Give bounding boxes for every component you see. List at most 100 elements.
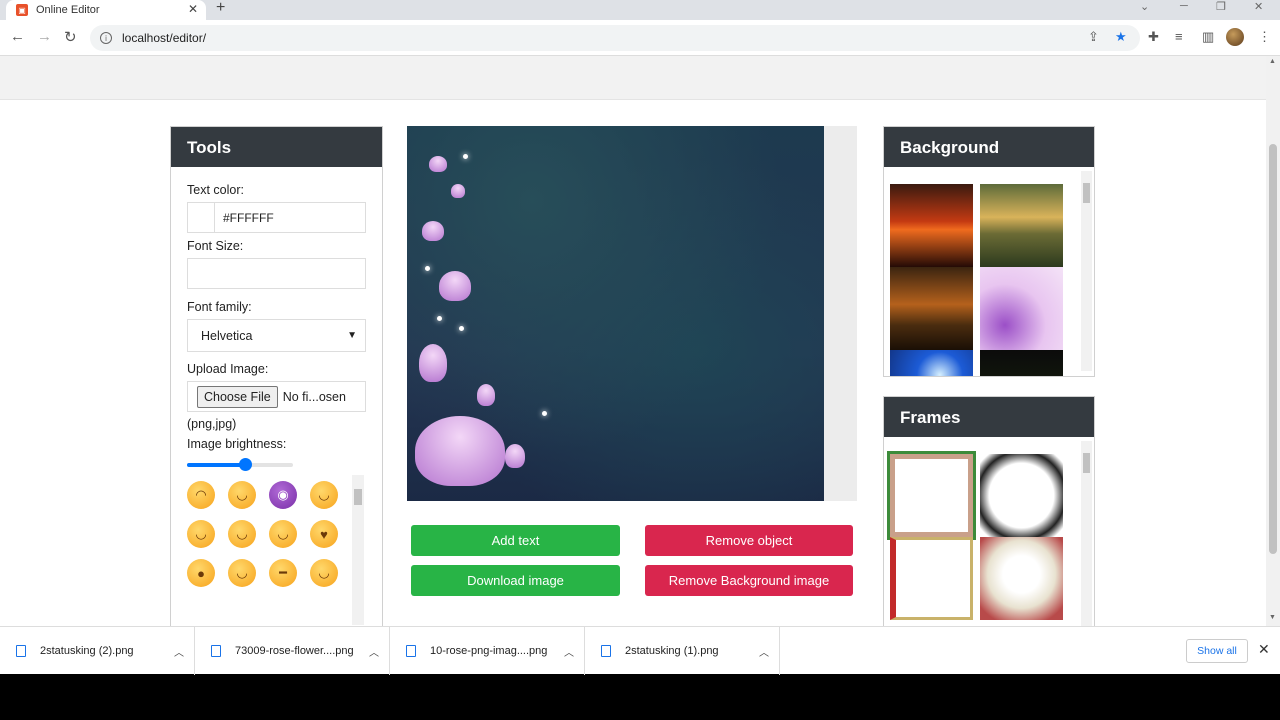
file-icon <box>16 645 26 657</box>
background-thumbnail[interactable] <box>980 184 1063 267</box>
reload-icon[interactable]: ↻ <box>64 28 77 46</box>
menu-icon[interactable]: ⋮ <box>1258 29 1271 45</box>
download-filename: 10-rose-png-imag....png <box>430 645 548 657</box>
brightness-slider[interactable] <box>187 457 366 473</box>
favicon-icon: ▣ <box>16 4 28 16</box>
emoji-laughing[interactable]: ◠ <box>187 481 215 509</box>
close-downloads-icon[interactable]: ✕ <box>1258 641 1270 658</box>
emoji-blush[interactable]: ◡ <box>187 520 215 548</box>
upload-image-input[interactable]: Choose File No fi...osen <box>187 381 366 412</box>
scroll-down-icon[interactable]: ▼ <box>1269 614 1276 621</box>
emoji-grid: ◠ ◡ ◉ ◡ ◡ ◡ ◡ ♥ ● ◡ ━ ◡ <box>187 475 364 625</box>
back-icon[interactable]: ← <box>10 28 25 45</box>
download-filename: 2statusking (2).png <box>40 645 134 657</box>
site-info-icon[interactable]: i <box>100 32 112 44</box>
forward-icon[interactable]: → <box>37 28 52 45</box>
flower-decoration <box>451 184 465 198</box>
font-family-label: Font family: <box>187 300 252 314</box>
browser-tab[interactable]: ▣ Online Editor ✕ <box>6 0 206 20</box>
emoji-wink[interactable]: ◡ <box>310 481 338 509</box>
upload-image-label: Upload Image: <box>187 362 269 376</box>
font-family-select[interactable]: Helvetica ▼ <box>187 319 366 352</box>
minimize-icon[interactable]: ─ <box>1180 0 1188 12</box>
download-item[interactable]: 2statusking (1).png ︿ <box>585 627 780 675</box>
frame-thumbnail[interactable] <box>890 537 973 620</box>
emoji-expressionless[interactable]: ━ <box>269 559 297 587</box>
bookmark-star-icon[interactable]: ★ <box>1115 29 1127 45</box>
download-item[interactable]: 73009-rose-flower....png ︿ <box>195 627 390 675</box>
reading-list-icon[interactable]: ≡ <box>1175 29 1183 44</box>
page-scrollbar-thumb[interactable] <box>1269 144 1277 554</box>
share-icon[interactable]: ⇪ <box>1088 29 1099 45</box>
font-family-value: Helvetica <box>201 328 253 343</box>
editor-canvas[interactable] <box>407 126 824 501</box>
text-color-value[interactable]: #FFFFFF <box>215 203 282 232</box>
sparkle <box>463 154 468 159</box>
close-window-icon[interactable]: ✕ <box>1254 0 1263 13</box>
remove-object-button[interactable]: Remove object <box>645 525 853 556</box>
address-bar[interactable]: i localhost/editor/ <box>90 25 1140 51</box>
flower-decoration <box>477 384 495 406</box>
tools-panel: Tools Text color: #FFFFFF Font Size: Fon… <box>170 126 383 626</box>
background-thumbnail[interactable] <box>980 350 1063 376</box>
chevron-down-icon: ▼ <box>347 330 357 341</box>
extensions-icon[interactable]: ✚ <box>1148 29 1159 45</box>
text-color-label: Text color: <box>187 183 244 197</box>
flower-decoration <box>422 221 444 241</box>
tab-search-icon[interactable]: ⌄ <box>1140 0 1149 13</box>
font-size-label: Font Size: <box>187 239 244 253</box>
frames-scrollbar[interactable] <box>1081 441 1092 626</box>
page-content: Tools Text color: #FFFFFF Font Size: Fon… <box>0 56 1266 626</box>
sparkle <box>459 326 464 331</box>
font-size-input[interactable] <box>187 258 366 289</box>
chevron-up-icon[interactable]: ︿ <box>369 644 379 659</box>
frame-thumbnails <box>884 437 1094 626</box>
close-tab-icon[interactable]: ✕ <box>188 2 198 16</box>
add-text-button[interactable]: Add text <box>411 525 620 556</box>
background-thumbnail[interactable] <box>890 184 973 267</box>
emoji-scrollbar[interactable] <box>352 475 364 625</box>
background-thumbnail[interactable] <box>890 267 973 350</box>
color-swatch[interactable] <box>188 203 215 232</box>
flower-decoration <box>439 271 471 301</box>
slider-fill <box>187 463 246 467</box>
background-thumbnail[interactable] <box>980 267 1063 350</box>
emoji-angel[interactable]: ◡ <box>228 481 256 509</box>
choose-file-button[interactable]: Choose File <box>197 385 278 408</box>
new-tab-button[interactable]: + <box>216 0 225 17</box>
top-nav-strip <box>0 56 1266 100</box>
background-scrollbar[interactable] <box>1081 171 1092 371</box>
scroll-up-icon[interactable]: ▲ <box>1269 58 1276 65</box>
frame-thumbnail[interactable] <box>887 451 976 540</box>
remove-background-button[interactable]: Remove Background image <box>645 565 853 596</box>
background-thumbnail[interactable] <box>890 350 973 376</box>
emoji-smirk[interactable]: ◡ <box>228 559 256 587</box>
emoji-sunglasses[interactable]: ● <box>187 559 215 587</box>
flower-decoration <box>415 416 505 486</box>
emoji-tongue[interactable]: ◡ <box>228 520 256 548</box>
chevron-up-icon[interactable]: ︿ <box>174 644 184 659</box>
emoji-heart-eyes[interactable]: ♥ <box>310 520 338 548</box>
show-all-button[interactable]: Show all <box>1186 639 1248 663</box>
chevron-up-icon[interactable]: ︿ <box>759 644 769 659</box>
download-image-button[interactable]: Download image <box>411 565 620 596</box>
profile-avatar[interactable] <box>1226 28 1244 46</box>
no-file-text: No fi...osen <box>282 389 346 404</box>
url-text: localhost/editor/ <box>122 31 207 45</box>
file-types-hint: (png,jpg) <box>187 417 237 431</box>
frames-panel: Frames <box>883 396 1095 626</box>
frame-thumbnail[interactable] <box>980 454 1063 537</box>
emoji-relieved[interactable]: ◡ <box>269 520 297 548</box>
maximize-icon[interactable]: ❐ <box>1216 0 1226 13</box>
frame-thumbnail[interactable] <box>980 537 1063 620</box>
download-item[interactable]: 10-rose-png-imag....png ︿ <box>390 627 585 675</box>
emoji-pensive[interactable]: ◡ <box>310 559 338 587</box>
side-panel-icon[interactable]: ▥ <box>1202 29 1214 45</box>
emoji-devil[interactable]: ◉ <box>269 481 297 509</box>
page-scrollbar[interactable]: ▲ ▼ <box>1266 56 1280 626</box>
chevron-up-icon[interactable]: ︿ <box>564 644 574 659</box>
slider-handle[interactable] <box>239 458 253 471</box>
tab-strip: ▣ Online Editor ✕ + ⌄ ─ ❐ ✕ <box>0 0 1280 20</box>
download-item[interactable]: 2statusking (2).png ︿ <box>0 627 195 675</box>
text-color-field[interactable]: #FFFFFF <box>187 202 366 233</box>
